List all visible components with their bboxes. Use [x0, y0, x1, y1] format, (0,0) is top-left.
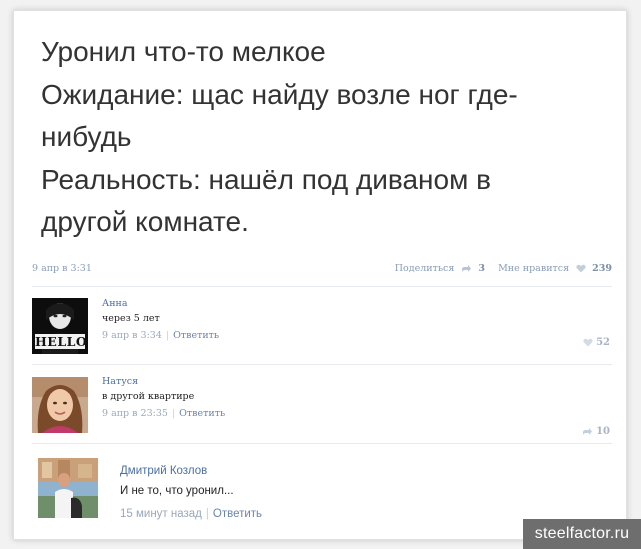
avatar-image — [38, 458, 98, 518]
share-button[interactable]: Поделиться 3 — [395, 263, 498, 274]
reply-button[interactable]: Ответить — [213, 508, 262, 520]
like-count: 239 — [592, 263, 612, 274]
comment-share-button[interactable]: 10 — [582, 426, 610, 437]
share-label: Поделиться — [394, 263, 455, 274]
post-line-2: Ожидание: щас найду возле ног где- — [41, 78, 518, 110]
share-icon — [462, 265, 472, 272]
post-date[interactable]: 9 апр в 3:31 — [32, 263, 92, 274]
divider — [32, 286, 612, 287]
divider — [32, 443, 612, 444]
post-text: Уронил что-то мелкое Ожидание: щас найду… — [41, 31, 611, 244]
meta-separator: | — [165, 330, 170, 341]
comment-like-button[interactable]: 52 — [582, 337, 610, 348]
avatar[interactable] — [32, 377, 88, 433]
comment-item: Дмитрий Козлов И не то, что уронил... 15… — [32, 458, 612, 520]
avatar-image — [32, 377, 88, 433]
like-label: Мне нравится — [498, 263, 570, 274]
post-card: Уронил что-то мелкое Ожидание: щас найду… — [13, 10, 627, 540]
comment-time[interactable]: 15 минут назад — [120, 508, 202, 520]
comment-text: через 5 лет — [102, 313, 160, 324]
post-line-5: другой комнате. — [41, 206, 249, 237]
watermark: steelfactor.ru — [523, 519, 641, 549]
post-line-3: нибудь — [41, 121, 132, 152]
reply-button[interactable]: Ответить — [173, 330, 219, 341]
comment-item: HELLO Анна через 5 лет 9 апр в 3:34 | Отве… — [32, 298, 612, 358]
comment-author[interactable]: Дмитрий Козлов — [120, 462, 262, 480]
comment-like-count: 10 — [596, 426, 610, 437]
comment-body: Анна через 5 лет 9 апр в 3:34 | Ответить — [102, 297, 219, 345]
comment-body: Натуся в другой квартире 9 апр в 23:35 | О… — [102, 375, 225, 423]
comment-time[interactable]: 9 апр в 3:34 — [102, 330, 162, 341]
comment-text: в другой квартире — [102, 391, 195, 402]
divider — [32, 364, 612, 365]
meta-separator: | — [171, 408, 176, 419]
heart-icon — [576, 264, 586, 273]
comment-body: Дмитрий Козлов И не то, что уронил... 15… — [120, 462, 262, 526]
comment-author[interactable]: Анна — [102, 297, 219, 311]
share-icon — [582, 428, 592, 435]
comment-meta: 9 апр в 23:35 | Ответить — [102, 405, 225, 423]
post-line-4: Реальность: нашёл под диваном в — [41, 163, 491, 195]
post-actions: Поделиться 3 Мне нравится 239 — [395, 263, 612, 274]
meta-separator: | — [205, 508, 209, 520]
like-button[interactable]: Мне нравится 239 — [498, 263, 612, 274]
share-count: 3 — [478, 263, 486, 274]
reply-button[interactable]: Ответить — [179, 408, 225, 419]
heart-icon — [582, 338, 593, 347]
comment-author[interactable]: Натуся — [102, 375, 225, 389]
comment-time[interactable]: 9 апр в 23:35 — [102, 408, 168, 419]
comment-meta: 15 минут назад | Ответить — [120, 502, 262, 526]
avatar[interactable] — [38, 458, 98, 518]
comment-item: Натуся в другой квартире 9 апр в 23:35 | О… — [32, 375, 612, 437]
comment-text: И не то, что уронил... — [120, 485, 234, 497]
comment-like-count: 52 — [596, 337, 610, 348]
post-meta: 9 апр в 3:31 Поделиться 3 Мне нравится 2… — [32, 261, 612, 277]
avatar[interactable]: HELLO — [32, 298, 88, 354]
comment-meta: 9 апр в 3:34 | Ответить — [102, 327, 219, 345]
avatar-caption: HELLO — [35, 334, 88, 349]
post-line-1: Уронил что-то мелкое — [41, 36, 326, 67]
